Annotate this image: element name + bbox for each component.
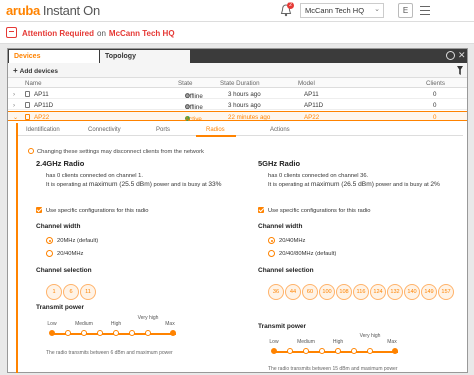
power-stop [392, 348, 398, 354]
alert-site: McCann Tech HQ [108, 29, 175, 38]
transmit-power-slider[interactable]: Low Medium High Very high Max [46, 315, 186, 347]
table-row[interactable]: › AP11 Offline 3 hours ago AP11 0 [8, 89, 467, 100]
channel-chip[interactable]: 149 [421, 284, 437, 300]
top-bar: aruba Instant On 2 McCann Tech HQ ⌄ E [0, 0, 474, 22]
radio-24ghz: 2.4GHz Radio has 0 clients connected on … [36, 159, 246, 369]
channel-chip[interactable]: 132 [387, 284, 403, 300]
power-stop [145, 330, 151, 336]
power-stop [367, 348, 373, 354]
channel-chip[interactable]: 11 [80, 284, 96, 300]
tab-ports[interactable]: Ports [156, 127, 170, 133]
specific-config-checkbox[interactable]: Use specific configurations for this rad… [36, 207, 148, 214]
chevron-down-icon: ⌄ [374, 6, 380, 13]
power-stop [81, 330, 87, 336]
access-point-icon [25, 91, 30, 97]
channel-list: 1 6 11 [46, 280, 246, 303]
power-stop [129, 330, 135, 336]
col-duration[interactable]: State Duration [220, 80, 260, 87]
expand-icon[interactable]: › [13, 102, 15, 109]
radio-selected-icon [46, 237, 53, 244]
col-name[interactable]: Name [25, 80, 42, 87]
active-tab-underline [196, 135, 236, 137]
col-clients[interactable]: Clients [426, 80, 445, 87]
tab-radios[interactable]: Radios [206, 127, 225, 133]
tab-bar: Devices Topology ✕ [8, 49, 467, 63]
width-option[interactable]: 20/40MHz [268, 237, 305, 244]
radio-icon [46, 250, 53, 257]
tab-connectivity[interactable]: Connectivity [88, 127, 121, 133]
channel-chip[interactable]: 124 [370, 284, 386, 300]
col-state[interactable]: State [178, 80, 192, 87]
table-header: Name State State Duration Model Clients [8, 78, 467, 88]
user-avatar[interactable]: E [398, 3, 413, 18]
detail-tabs: Identification Connectivity Ports Radios… [18, 124, 463, 137]
power-stop [113, 330, 119, 336]
radio-5ghz: 5GHz Radio has 0 clients connected on ch… [258, 159, 468, 372]
channel-list: 36 44 60 100 108 116 124 132 140 149 157 [268, 280, 468, 303]
checkbox-checked-icon [258, 207, 264, 213]
col-model[interactable]: Model [298, 80, 315, 87]
radio-selected-icon [268, 237, 275, 244]
filter-icon[interactable] [457, 66, 463, 75]
add-devices-button[interactable]: + Add devices [13, 66, 58, 75]
specific-config-checkbox[interactable]: Use specific configurations for this rad… [258, 207, 370, 214]
power-stop [351, 348, 357, 354]
expand-icon[interactable]: › [13, 91, 15, 98]
toolbar: + Add devices [8, 63, 467, 78]
power-stop [65, 330, 71, 336]
devices-panel: Devices Topology ✕ + Add devices Name Sta… [7, 48, 468, 373]
power-stop [287, 348, 293, 354]
channel-chip[interactable]: 157 [438, 284, 454, 300]
power-stop [303, 348, 309, 354]
radio-title: 2.4GHz Radio [36, 159, 85, 168]
table-row-selected[interactable]: ⌄ AP22 Active 22 minutes ago AP22 0 [8, 111, 467, 123]
warning-note: Changing these settings may disconnect c… [28, 148, 204, 155]
close-icon[interactable]: ✕ [458, 50, 466, 61]
power-stop [319, 348, 325, 354]
channel-chip[interactable]: 36 [268, 284, 284, 300]
plus-icon: + [13, 66, 18, 75]
channel-chip[interactable]: 108 [336, 284, 352, 300]
power-stop [271, 348, 277, 354]
channel-chip[interactable]: 100 [319, 284, 335, 300]
collapse-icon[interactable]: ⌄ [13, 114, 18, 121]
width-option[interactable]: 20/40MHz [46, 250, 83, 257]
power-stop [49, 330, 55, 336]
channel-chip[interactable]: 140 [404, 284, 420, 300]
tab-topology[interactable]: Topology [100, 50, 190, 63]
tab-devices[interactable]: Devices [9, 50, 99, 63]
power-stop [97, 330, 103, 336]
channel-chip[interactable]: 1 [46, 284, 62, 300]
radio-icon [268, 250, 275, 257]
channel-chip[interactable]: 60 [302, 284, 318, 300]
tab-identification[interactable]: Identification [26, 127, 60, 133]
radio-title: 5GHz Radio [258, 159, 301, 168]
channel-chip[interactable]: 44 [285, 284, 301, 300]
tab-actions[interactable]: Actions [270, 127, 290, 133]
transmit-power-slider[interactable]: Low Medium High Very high Max [268, 333, 408, 365]
checkbox-checked-icon [36, 207, 42, 213]
site-selector[interactable]: McCann Tech HQ ⌄ [300, 3, 384, 18]
device-detail: Identification Connectivity Ports Radios… [16, 123, 463, 373]
access-point-icon [25, 102, 30, 108]
channel-chip[interactable]: 6 [63, 284, 79, 300]
alert-text[interactable]: Attention Required [22, 29, 94, 38]
alert-bar: Attention Required on McCann Tech HQ [0, 22, 474, 44]
width-option[interactable]: 20MHz (default) [46, 237, 98, 244]
notification-badge: 2 [287, 2, 294, 9]
table-row[interactable]: › AP11D Offline 3 hours ago AP11D 0 [8, 100, 467, 111]
width-option[interactable]: 20/40/80MHz (default) [268, 250, 336, 257]
app-logo: aruba Instant On [6, 3, 100, 18]
channel-chip[interactable]: 116 [353, 284, 369, 300]
info-icon [28, 148, 34, 154]
power-stop [170, 330, 176, 336]
power-stop [335, 348, 341, 354]
access-point-icon [25, 114, 30, 120]
settings-icon[interactable] [446, 51, 455, 60]
menu-icon[interactable] [420, 6, 430, 15]
warning-icon [6, 27, 17, 38]
